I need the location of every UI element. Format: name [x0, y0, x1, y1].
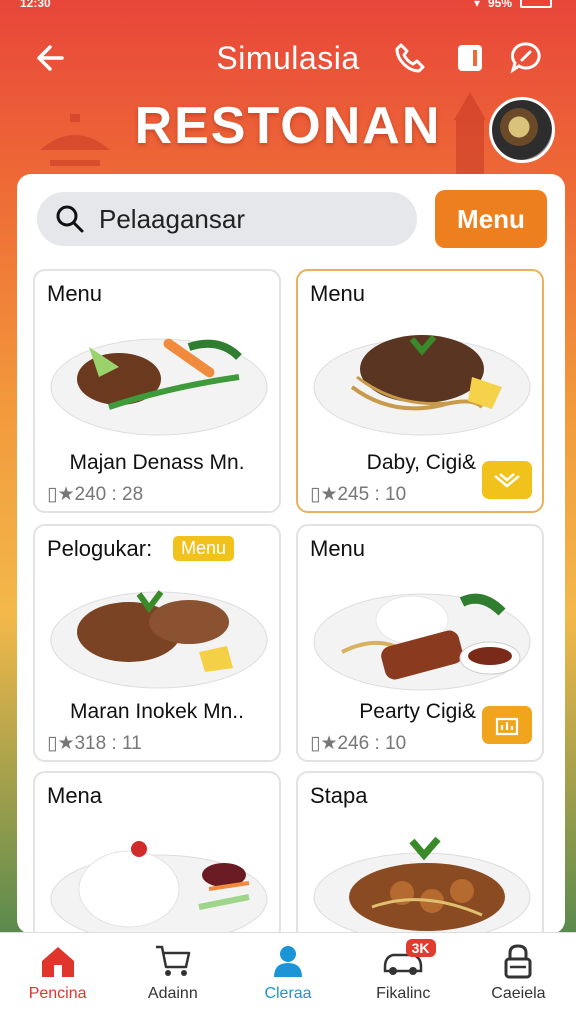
chicken-noodle-plate-image — [313, 836, 531, 934]
chat-button[interactable] — [505, 36, 549, 80]
status-bar: 12:30 ▾ 95% — [0, 0, 576, 14]
search-query[interactable]: Pelaagansar — [99, 204, 245, 235]
menu-button[interactable]: Menu — [435, 190, 547, 248]
search-input[interactable]: Pelaagansar — [37, 192, 417, 246]
food-card[interactable]: Pelogukar: Menu Maran Inokek Mn.. ▯★318 … — [33, 524, 281, 762]
avatar[interactable] — [489, 97, 555, 163]
user-icon — [274, 946, 302, 977]
meat-noodle-plate-image — [313, 593, 531, 691]
wings-icon — [494, 473, 520, 488]
card-stats: ▯★240 : 28 — [47, 484, 144, 505]
food-card[interactable]: Menu Pearty Cigi& ▯★246 : 10 — [296, 524, 544, 762]
nav-item-home[interactable]: Pencina — [0, 933, 115, 1024]
bottom-nav: Pencina Adainn Cleraa 3K Fikalinc Caeiel… — [0, 932, 576, 1024]
card-action-button[interactable] — [482, 706, 532, 744]
card-action-button[interactable] — [482, 461, 532, 499]
wifi-icon: ▾ — [473, 0, 480, 10]
status-icons: ▾ 95% — [474, 0, 552, 10]
lock-icon — [504, 944, 532, 979]
food-card[interactable]: Menu Majan Denass Mn. ▯★240 : 28 — [33, 269, 281, 513]
notification-badge: 3K — [405, 939, 436, 957]
nav-item-car[interactable]: 3K Fikalinc — [346, 933, 461, 1024]
fried-rice-noodle-plate-image — [313, 335, 531, 436]
card-label: Pelogukar: — [47, 536, 153, 561]
nav-label: Adainn — [147, 985, 198, 1002]
card-label: Stapa — [310, 783, 368, 808]
grilled-chicken-plate-image — [50, 338, 268, 436]
document-button[interactable] — [448, 36, 492, 80]
battery-icon — [520, 0, 552, 8]
rice-plate-image — [50, 841, 268, 934]
card-label: Menu — [47, 281, 103, 306]
chat-icon — [510, 42, 541, 74]
menu-tag: Menu — [173, 536, 235, 561]
phone-icon — [395, 43, 425, 73]
roast-chicken-plate-image — [50, 590, 268, 689]
food-card[interactable]: Stapa — [296, 771, 544, 934]
nav-label: Caeiela — [491, 985, 546, 1002]
card-label: Menu — [310, 281, 366, 306]
cart-icon — [155, 945, 191, 976]
card-stats: ▯★245 : 10 — [310, 484, 407, 505]
card-name: Majan Denass Mn. — [69, 451, 245, 474]
food-card-selected[interactable]: Menu Daby, Cigi& ▯★245 : 10 — [296, 269, 544, 513]
nav-item-lock[interactable]: Caeiela — [461, 933, 576, 1024]
call-button[interactable] — [388, 36, 432, 80]
card-label: Mena — [47, 783, 103, 808]
nav-label: Cleraa — [264, 985, 312, 1002]
app-header: Simulasia — [0, 28, 576, 88]
nav-item-user[interactable]: Cleraa — [230, 933, 345, 1024]
card-stats: ▯★318 : 11 — [47, 733, 142, 754]
home-icon — [41, 947, 74, 977]
battery-level: 95% — [487, 0, 512, 10]
card-stats: ▯★246 : 10 — [310, 733, 407, 754]
card-name: Maran Inokek Mn.. — [70, 700, 244, 723]
document-icon — [458, 45, 482, 71]
nav-label: Pencina — [28, 985, 87, 1002]
nav-item-cart[interactable]: Adainn — [115, 933, 230, 1024]
food-card[interactable]: Mena — [33, 771, 281, 934]
menu-panel: Pelaagansar Menu Menu Majan Denass Mn. ▯… — [17, 174, 565, 934]
search-icon — [56, 205, 84, 233]
chart-icon — [495, 717, 519, 736]
card-label: Menu — [310, 536, 366, 561]
nav-label: Fikalinc — [376, 985, 431, 1002]
status-time: 12:30 — [20, 0, 51, 10]
